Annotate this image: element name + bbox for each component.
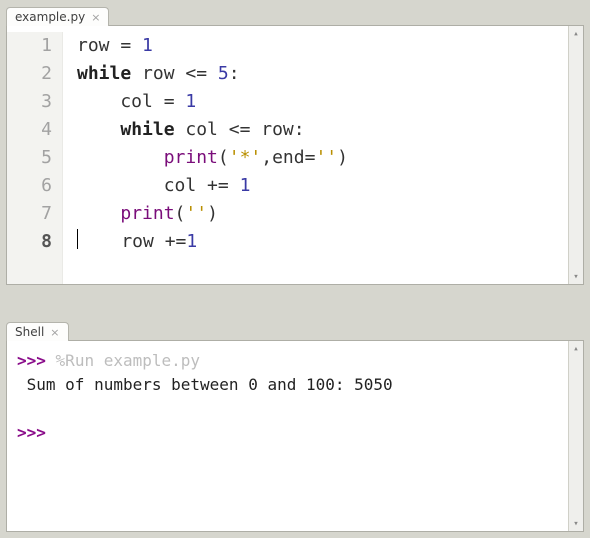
- scroll-up-icon[interactable]: ▴: [569, 341, 583, 356]
- line-number: 8: [7, 228, 52, 256]
- code-line[interactable]: while row <= 5:: [77, 60, 568, 88]
- shell-content: >>> %Run example.py Sum of numbers betwe…: [6, 340, 584, 532]
- line-number: 1: [7, 32, 52, 60]
- line-number: 4: [7, 116, 52, 144]
- code-line[interactable]: print('*',end=''): [77, 144, 568, 172]
- line-number: 5: [7, 144, 52, 172]
- shell-area[interactable]: >>> %Run example.py Sum of numbers betwe…: [7, 341, 568, 531]
- editor-pane: example.py × 12345678 row = 1while row <…: [6, 1, 584, 285]
- editor-tab-bar: example.py ×: [6, 1, 584, 25]
- shell-tab[interactable]: Shell ×: [6, 322, 69, 341]
- scroll-down-icon[interactable]: ▾: [569, 269, 583, 284]
- line-number: 3: [7, 88, 52, 116]
- scroll-up-icon[interactable]: ▴: [569, 26, 583, 41]
- line-number: 6: [7, 172, 52, 200]
- shell-prompt: >>>: [17, 423, 46, 442]
- close-icon[interactable]: ×: [50, 327, 59, 338]
- code-editor[interactable]: 12345678 row = 1while row <= 5: col = 1 …: [7, 26, 568, 284]
- editor-content: 12345678 row = 1while row <= 5: col = 1 …: [6, 25, 584, 285]
- code-line[interactable]: row +=1: [77, 228, 568, 256]
- code-line[interactable]: col += 1: [77, 172, 568, 200]
- shell-output: Sum of numbers between 0 and 100: 5050: [17, 375, 393, 394]
- shell-run-command: %Run example.py: [56, 351, 201, 370]
- shell-tab-bar: Shell ×: [6, 316, 584, 340]
- close-icon[interactable]: ×: [91, 12, 100, 23]
- line-gutter: 12345678: [7, 32, 63, 284]
- code-line[interactable]: print(''): [77, 200, 568, 228]
- code-line[interactable]: while col <= row:: [77, 116, 568, 144]
- shell-pane: Shell × >>> %Run example.py Sum of numbe…: [6, 316, 584, 532]
- code-line[interactable]: row = 1: [77, 32, 568, 60]
- line-number: 2: [7, 60, 52, 88]
- code-line[interactable]: col = 1: [77, 88, 568, 116]
- shell-tab-label: Shell: [15, 325, 44, 339]
- line-number: 7: [7, 200, 52, 228]
- editor-scrollbar[interactable]: ▴ ▾: [568, 26, 583, 284]
- code-area[interactable]: row = 1while row <= 5: col = 1 while col…: [63, 32, 568, 284]
- shell-prompt: >>>: [17, 351, 46, 370]
- shell-scrollbar[interactable]: ▴ ▾: [568, 341, 583, 531]
- scroll-down-icon[interactable]: ▾: [569, 516, 583, 531]
- editor-tab-label: example.py: [15, 10, 85, 24]
- editor-tab[interactable]: example.py ×: [6, 7, 109, 26]
